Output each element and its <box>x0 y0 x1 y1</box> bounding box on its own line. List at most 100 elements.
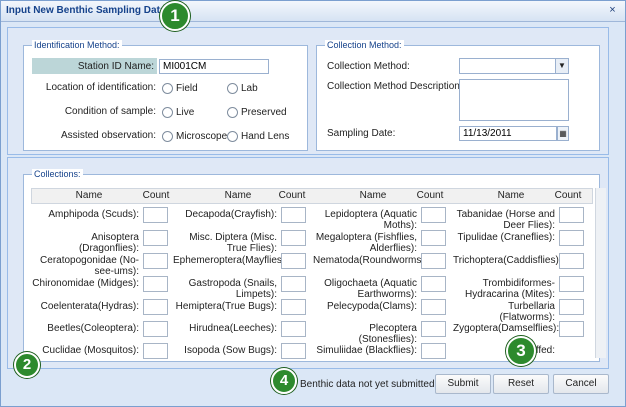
assisted-label: Assisted observation: <box>60 130 156 141</box>
assisted-microscope-radio[interactable] <box>162 131 173 142</box>
station-id-input[interactable] <box>159 59 269 74</box>
submission-status: Benthic data not yet submitted. <box>300 379 438 390</box>
window-title: Input New Benthic Sampling Data <box>6 5 166 16</box>
condition-preserved-radio[interactable] <box>227 107 238 118</box>
taxon-label: Gastropoda (Snails, Limpets): <box>188 278 277 300</box>
taxon-count-input[interactable] <box>281 207 306 223</box>
taxon-label: Decapoda(Crayfish): <box>185 209 277 220</box>
taxon-label: Simuliidae (Blackflies): <box>316 345 417 356</box>
taxon-count-input[interactable] <box>421 230 446 246</box>
taxon-count-input[interactable] <box>143 253 168 269</box>
taxon-label: Isopoda (Sow Bugs): <box>184 345 277 356</box>
taxon-count-input[interactable] <box>421 276 446 292</box>
header-count-4: Count <box>554 190 582 201</box>
taxon-count-input[interactable] <box>143 207 168 223</box>
taxon-count-input[interactable] <box>143 299 168 315</box>
header-name-1: Name <box>75 190 103 201</box>
taxon-count-input[interactable] <box>559 253 584 269</box>
close-icon[interactable]: × <box>606 4 619 17</box>
taxon-label: Chironomidae (Midges): <box>32 278 139 289</box>
submit-button[interactable]: Submit <box>435 374 491 394</box>
calendar-icon[interactable]: ▦ <box>557 126 569 141</box>
reset-button[interactable]: Reset <box>493 374 549 394</box>
header-count-1: Count <box>142 190 170 201</box>
taxon-count-input[interactable] <box>421 321 446 337</box>
condition-live-radio[interactable] <box>162 107 173 118</box>
taxon-label: Hirudnea(Leeches): <box>189 323 277 334</box>
taxon-count-input[interactable] <box>559 276 584 292</box>
taxon-count-input[interactable] <box>281 253 306 269</box>
taxon-label: Cuclidae (Mosquitos): <box>42 345 139 356</box>
collection-method-label: Collection Method: <box>327 61 410 72</box>
collection-description-textarea[interactable] <box>459 79 569 121</box>
callout-3: 3 <box>506 336 536 366</box>
taxon-count-input[interactable] <box>281 276 306 292</box>
condition-preserved-label: Preserved <box>241 107 287 118</box>
taxon-count-input[interactable] <box>281 343 306 359</box>
callout-4: 4 <box>271 368 297 394</box>
taxon-label: Zygoptera(Damselflies): <box>453 323 560 334</box>
collections-legend: Collections: <box>32 169 83 179</box>
taxon-label: Trombidiformes-Hydracarina (Mites): <box>464 278 555 300</box>
condition-live-label: Live <box>176 107 195 118</box>
location-label: Location of identification: <box>45 82 156 93</box>
taxon-label: Megaloptera (Fishflies, Alderflies): <box>315 232 417 254</box>
header-count-3: Count <box>416 190 444 201</box>
taxon-count-input[interactable] <box>421 253 446 269</box>
taxon-label: Beetles(Coleoptera): <box>47 323 139 334</box>
header-count-2: Count <box>278 190 306 201</box>
taxon-label: Nematoda(Roundworms): <box>313 255 428 266</box>
location-lab-radio[interactable] <box>227 83 238 94</box>
sampling-date-input[interactable] <box>459 126 557 141</box>
chevron-down-icon[interactable]: ▼ <box>555 59 568 73</box>
taxon-count-input[interactable] <box>421 207 446 223</box>
sampling-date-label: Sampling Date: <box>327 128 396 139</box>
assisted-microscope-label: Microscope <box>176 131 228 142</box>
taxon-count-input[interactable] <box>143 321 168 337</box>
taxon-count-input[interactable] <box>421 299 446 315</box>
callout-1: 1 <box>160 1 190 31</box>
taxon-label: Ephemeroptera(Mayflies): <box>173 255 289 266</box>
taxon-label: Turbellaria (Flatworms): <box>499 301 555 323</box>
callout-2: 2 <box>14 352 40 378</box>
location-lab-label: Lab <box>241 83 258 94</box>
taxon-label: Plecoptera (Stonesflies): <box>358 323 417 345</box>
taxon-count-input[interactable] <box>281 299 306 315</box>
location-field-radio[interactable] <box>162 83 173 94</box>
taxon-label: Tabanidae (Horse and Deer Flies): <box>456 209 555 231</box>
taxon-label: Misc. Diptera (Misc. True Flies): <box>189 232 277 254</box>
taxon-label: Hemiptera(True Bugs): <box>175 301 277 312</box>
taxon-count-input[interactable] <box>281 321 306 337</box>
taxon-count-input[interactable] <box>559 299 584 315</box>
taxon-count-input[interactable] <box>559 207 584 223</box>
assisted-handlens-radio[interactable] <box>227 131 238 142</box>
taxon-label: Lepidoptera (Aquatic Moths): <box>324 209 417 231</box>
collection-method-legend: Collection Method: <box>325 40 404 50</box>
taxon-count-input[interactable] <box>143 343 168 359</box>
taxon-label: Trichoptera(Caddisflies): <box>453 255 562 266</box>
taxon-count-input[interactable] <box>143 276 168 292</box>
taxon-label: Coelenterata(Hydras): <box>40 301 139 312</box>
condition-label: Condition of sample: <box>64 106 156 117</box>
cancel-button[interactable]: Cancel <box>553 374 609 394</box>
assisted-handlens-label: Hand Lens <box>241 131 290 142</box>
taxon-label: Pelecypoda(Clams): <box>326 301 417 312</box>
taxon-label: Amphipoda (Scuds): <box>48 209 139 220</box>
taxon-count-input[interactable] <box>421 343 446 359</box>
taxon-count-input[interactable] <box>281 230 306 246</box>
taxon-count-input[interactable] <box>559 230 584 246</box>
title-bar[interactable]: Input New Benthic Sampling Data × <box>1 1 625 22</box>
location-field-label: Field <box>176 83 198 94</box>
taxon-label: ffed: <box>535 345 555 356</box>
collections-scrollbar[interactable] <box>595 188 606 358</box>
identification-legend: Identification Method: <box>32 40 122 50</box>
taxon-count-input[interactable] <box>143 230 168 246</box>
station-label: Station ID Name: <box>77 61 154 72</box>
collection-method-select[interactable]: ▼ <box>459 58 569 74</box>
taxon-label: Tipulidae (Craneflies): <box>457 232 555 243</box>
taxon-label: Anisoptera (Dragonflies): <box>78 232 139 254</box>
taxon-label: Oligochaeta (Aquatic Earthworms): <box>324 278 417 300</box>
taxon-label: Ceratopogonidae (No-see-ums): <box>40 255 139 277</box>
taxon-count-input[interactable] <box>559 321 584 337</box>
collection-description-label: Collection Method Description: <box>327 81 463 92</box>
